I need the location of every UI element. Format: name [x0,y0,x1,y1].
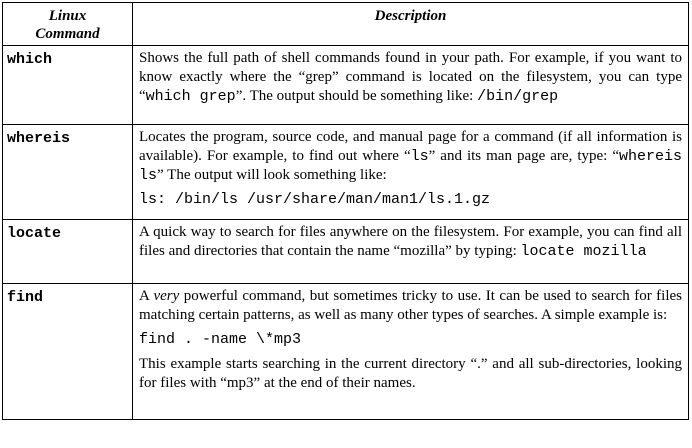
command-which: which [2,45,133,125]
emphasis-very: very [153,288,180,304]
table-row: which Shows the full path of shell comma… [2,45,689,125]
table-row: locate A quick way to search for files a… [2,219,689,284]
command-locate: locate [2,219,133,284]
desc-text: A [139,288,154,304]
header-description: Description [132,2,689,46]
inline-code: which grep [145,88,236,105]
command-whereis: whereis [2,124,133,220]
table-row: find A very powerful command, but someti… [2,283,689,420]
header-command-line1: Linux [48,8,87,24]
header-row: Linux Command Description [2,2,689,46]
desc-text: powerful command, but sometimes tricky t… [139,288,682,323]
desc-text: ” and its man page are, type: “ [428,148,619,164]
inline-code: ls [410,148,429,165]
header-command-line2: Command [35,26,100,42]
description-which: Shows the full path of shell commands fo… [132,45,689,125]
example-command: find . -name \*mp3 [139,331,302,348]
linux-commands-table: Linux Command Description which Shows th… [2,2,689,420]
example-command: ls: /bin/ls /usr/share/man/man1/ls.1.gz [139,191,491,208]
description-locate: A quick way to search for files anywhere… [132,219,689,284]
table-row: whereis Locates the program, source code… [2,124,689,220]
command-find: find [2,283,133,420]
inline-code: locate mozilla [520,243,647,260]
description-find: A very powerful command, but sometimes t… [132,283,689,420]
description-whereis: Locates the program, source code, and ma… [132,124,689,220]
header-command: Linux Command [2,2,133,46]
inline-code: /bin/grep [477,88,559,105]
desc-text: ”. The output should be something like: [235,88,478,104]
example-note: This example starts searching in the cur… [139,356,682,391]
desc-text: ” The output will look something like: [157,167,387,183]
